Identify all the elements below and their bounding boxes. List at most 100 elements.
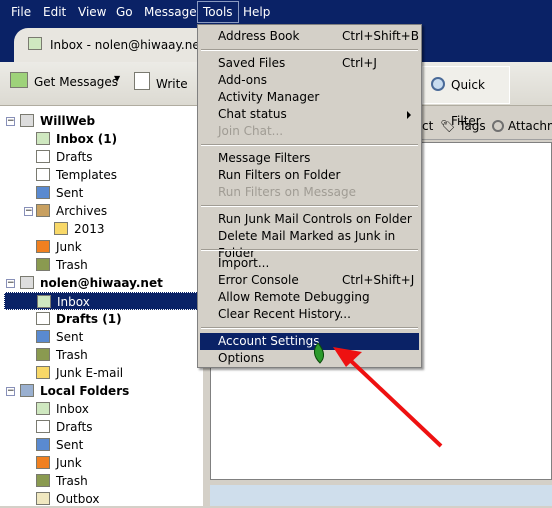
tab-inbox[interactable]: Inbox - nolen@hiwaay.net <box>14 28 206 62</box>
folder-label: Junk <box>56 456 82 470</box>
folder-label: Inbox (1) <box>56 132 118 146</box>
collapse-toggle-icon[interactable]: − <box>6 279 15 288</box>
filter-tags[interactable]: 🏷 Tags <box>440 112 486 140</box>
folder-item[interactable]: Inbox (1) <box>36 130 117 148</box>
menu-item-label: Saved Files <box>218 56 286 70</box>
junk-icon <box>36 456 50 469</box>
folder-label: Outbox <box>56 492 100 506</box>
folder-pane: WillWeb − Inbox (1) Drafts Templates Sent Arch… <box>0 106 206 506</box>
menu-item-error-console[interactable]: Error Console Ctrl+Shift+J <box>200 272 419 289</box>
menu-view[interactable]: View <box>78 5 106 19</box>
folder-item[interactable]: 2013 <box>54 220 105 238</box>
folder-item[interactable]: WillWeb <box>20 112 95 130</box>
folder-item[interactable]: nolen@hiwaay.net <box>20 274 163 292</box>
menu-item-options[interactable]: Options <box>200 350 419 367</box>
folder-item[interactable]: Sent <box>36 184 83 202</box>
menu-item-label: Error Console <box>218 273 299 287</box>
filter-attachments[interactable]: Attachme <box>508 112 552 140</box>
menu-item-import[interactable]: Import... <box>200 255 419 272</box>
menu-item-address-book[interactable]: Address Book Ctrl+Shift+B <box>200 28 419 45</box>
menu-tools[interactable]: Tools <box>197 1 239 23</box>
menu-item-label: Run Filters on Folder <box>218 168 341 182</box>
menu-item-account-settings[interactable]: Account Settings <box>200 333 419 350</box>
folder-item[interactable]: Inbox <box>4 292 206 310</box>
folder-label: Junk E-mail <box>56 366 124 380</box>
trash-icon <box>36 258 50 271</box>
collapse-toggle-icon[interactable]: − <box>24 207 33 216</box>
menu-item-message-filters[interactable]: Message Filters <box>200 150 419 167</box>
folder-item[interactable]: Trash <box>36 346 88 364</box>
folder-label: Sent <box>56 186 84 200</box>
folder-label: Drafts <box>56 150 93 164</box>
folder-item[interactable]: Outbox <box>36 490 99 508</box>
folder-label: Junk <box>56 240 82 254</box>
filter-contact[interactable]: ct <box>422 112 433 140</box>
menu-item-chat-status[interactable]: Chat status <box>200 106 419 123</box>
folder-label: Sent <box>56 438 84 452</box>
folder-item[interactable]: Local Folders <box>20 382 129 400</box>
folder-item[interactable]: Sent <box>36 436 83 454</box>
menu-item-run-filters-on-folder[interactable]: Run Filters on Folder <box>200 167 419 184</box>
menu-item-label: Allow Remote Debugging <box>218 290 370 304</box>
menu-help[interactable]: Help <box>243 5 270 19</box>
folder-item[interactable]: Junk E-mail <box>36 364 123 382</box>
get-messages-dropdown[interactable]: ▼ <box>114 74 120 83</box>
search-icon <box>431 77 445 91</box>
folder-item[interactable]: Trash <box>36 256 88 274</box>
computer-icon <box>20 384 34 397</box>
folder-item[interactable]: Trash <box>36 472 88 490</box>
menu-message[interactable]: Message <box>144 5 197 19</box>
menu-item-label: Run Junk Mail Controls on Folder <box>218 212 412 226</box>
sent-icon <box>36 438 50 451</box>
trash-icon <box>36 474 50 487</box>
folder-item[interactable]: Sent <box>36 328 83 346</box>
menu-item-delete-mail-marked-as-junk-in-folder[interactable]: Delete Mail Marked as Junk in Folder <box>200 228 419 260</box>
menu-item-run-junk-mail-controls-on-folder[interactable]: Run Junk Mail Controls on Folder <box>200 211 419 228</box>
write-button[interactable]: Write <box>134 72 188 91</box>
menu-item-label: Message Filters <box>218 151 311 165</box>
inbox-icon <box>36 132 50 145</box>
drafts-icon <box>36 150 50 163</box>
folder-item[interactable]: Templates <box>36 166 117 184</box>
menu-item-label: Join Chat... <box>218 124 284 138</box>
folder-label: Archives <box>56 204 108 218</box>
folder-item[interactable]: Drafts (1) <box>36 310 122 328</box>
menu-separator <box>201 205 418 207</box>
outbox-icon <box>36 492 50 505</box>
menu-item-shortcut: Ctrl+J <box>342 56 377 70</box>
folder-item[interactable]: Drafts <box>36 148 93 166</box>
collapse-toggle-icon[interactable]: − <box>6 117 15 126</box>
menu-bar: File Edit View Go Message Tools Help <box>0 0 552 24</box>
write-icon <box>134 72 150 90</box>
folder-item[interactable]: Archives <box>36 202 107 220</box>
folder-item[interactable]: Drafts <box>36 418 93 436</box>
menu-separator <box>201 49 418 51</box>
menu-edit[interactable]: Edit <box>43 5 66 19</box>
folder-item[interactable]: Inbox <box>36 400 89 418</box>
quick-filter-button[interactable]: Quick Filter <box>422 66 510 128</box>
menu-go[interactable]: Go <box>116 5 133 19</box>
tag-icon: 🏷 <box>440 119 456 133</box>
folder-label: Trash <box>56 348 88 362</box>
trash-icon <box>36 348 50 361</box>
menu-item-saved-files[interactable]: Saved Files Ctrl+J <box>200 55 419 72</box>
message-preview <box>210 485 552 506</box>
folder-icon <box>54 222 68 235</box>
collapse-toggle-icon[interactable]: − <box>6 387 15 396</box>
menu-item-label: Import... <box>218 256 270 270</box>
menu-item-shortcut: Ctrl+Shift+J <box>342 273 415 287</box>
folder-label: Drafts <box>56 420 93 434</box>
folder-item[interactable]: Junk <box>36 238 82 256</box>
menu-item-clear-recent-history[interactable]: Clear Recent History... <box>200 306 419 323</box>
menu-item-allow-remote-debugging[interactable]: Allow Remote Debugging <box>200 289 419 306</box>
menu-file[interactable]: File <box>11 5 31 19</box>
inbox-icon <box>36 402 50 415</box>
menu-item-activity-manager[interactable]: Activity Manager <box>200 89 419 106</box>
menu-item-add-ons[interactable]: Add-ons <box>200 72 419 89</box>
menu-item-label: Add-ons <box>218 73 267 87</box>
get-messages-button[interactable]: Get Messages <box>10 72 130 96</box>
menu-separator <box>201 144 418 146</box>
folder-item[interactable]: Junk <box>36 454 82 472</box>
menu-item-label: Account Settings <box>218 334 320 348</box>
drafts-icon <box>36 312 50 325</box>
